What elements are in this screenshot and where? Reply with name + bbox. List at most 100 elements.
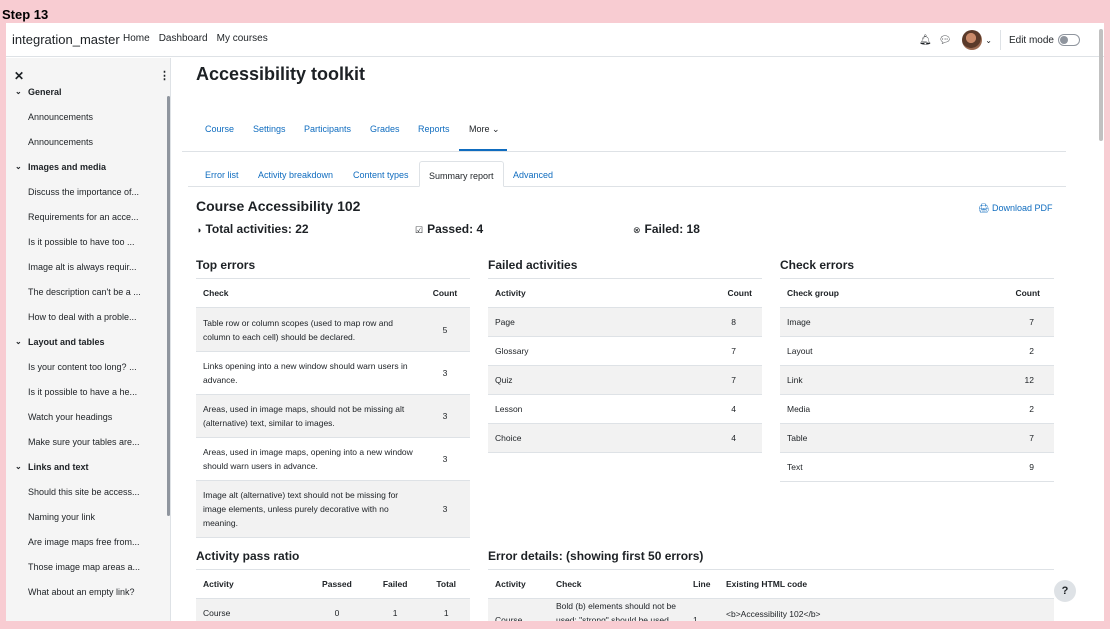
sidebar-section[interactable]: ⌄ General bbox=[6, 87, 166, 107]
edit-mode-toggle[interactable] bbox=[1058, 34, 1080, 46]
tab-activity-breakdown[interactable]: Activity breakdown bbox=[258, 161, 333, 187]
course-title: Course Accessibility 102 bbox=[196, 198, 361, 214]
user-avatar[interactable] bbox=[962, 30, 983, 50]
sidebar-item-label: Layout and tables bbox=[28, 337, 105, 347]
table-cell: Areas, used in image maps, opening into … bbox=[196, 437, 420, 481]
table-row: Lesson 4 bbox=[488, 394, 762, 424]
col-line: Line bbox=[686, 569, 719, 599]
site-brand[interactable]: integration_master bbox=[12, 32, 120, 47]
checkbox-icon: ☑ bbox=[415, 225, 424, 235]
table-cell: 7 bbox=[994, 423, 1054, 453]
chevron-down-icon[interactable]: ⌄ bbox=[985, 36, 992, 45]
sidebar-item[interactable]: Discuss the importance of... bbox=[6, 187, 166, 207]
chevron-down-icon[interactable]: ⌄ bbox=[15, 162, 22, 171]
table-row: Image 7 bbox=[780, 307, 1054, 337]
page-scrollbar[interactable] bbox=[1099, 29, 1103, 141]
failed-stat: ⊗ Failed: 18 bbox=[633, 222, 700, 236]
sidebar-item[interactable]: Are image maps free from... bbox=[6, 537, 166, 557]
sidebar-item[interactable]: Should this site be access... bbox=[6, 487, 166, 507]
table-cell: 7 bbox=[994, 307, 1054, 337]
sidebar-item[interactable]: Is your content too long? ... bbox=[6, 362, 166, 382]
course-index-drawer: ✕ ⋮ ⌄ General Announcements Announcements ⌄ I… bbox=[6, 58, 171, 621]
table-cell: Image bbox=[780, 307, 994, 337]
tab-summary-report[interactable]: Summary report bbox=[419, 161, 504, 187]
sidebar-item[interactable]: Announcements bbox=[6, 137, 166, 157]
tab-error-list[interactable]: Error list bbox=[205, 161, 239, 187]
chevron-down-icon[interactable]: ⌄ bbox=[15, 337, 22, 346]
col-passed: Passed bbox=[306, 569, 368, 599]
sidebar-scrollbar[interactable] bbox=[167, 96, 170, 516]
table-cell: Image alt (alternative) text should not … bbox=[196, 480, 420, 538]
sidebar-item-label: Is it possible to have a he... bbox=[28, 387, 138, 397]
sec-tab-course[interactable]: Course bbox=[205, 124, 234, 134]
table-cell: Bold (b) elements should not be used; "s… bbox=[549, 598, 686, 621]
table-cell: 7 bbox=[702, 336, 762, 366]
sidebar-item[interactable]: Naming your link bbox=[6, 512, 166, 532]
table-row: Link 12 bbox=[780, 365, 1054, 395]
table-cell: Text bbox=[780, 452, 994, 482]
table-cell: Choice bbox=[488, 423, 702, 453]
sidebar-item[interactable]: Image alt is always requir... bbox=[6, 262, 166, 282]
passed-text: Passed: 4 bbox=[427, 222, 484, 236]
table-cell: Link bbox=[780, 365, 994, 395]
table-row: Quiz 7 bbox=[488, 365, 762, 395]
sidebar-item[interactable]: Those image map areas a... bbox=[6, 562, 166, 582]
sidebar-item[interactable]: What about an empty link? bbox=[6, 587, 166, 607]
table-cell: Course bbox=[196, 598, 306, 621]
chat-icon[interactable]: 💬︎ bbox=[939, 35, 952, 46]
table-row: Text 9 bbox=[780, 452, 1054, 482]
sidebar-section[interactable]: ⌄ Images and media bbox=[6, 162, 166, 182]
sec-tab-participants[interactable]: Participants bbox=[304, 124, 351, 134]
download-pdf-label: Download PDF bbox=[991, 203, 1053, 213]
sidebar-item[interactable]: Requirements for an acce... bbox=[6, 212, 166, 232]
sidebar-item-label: Announcements bbox=[28, 112, 94, 122]
sec-tab-settings[interactable]: Settings bbox=[253, 124, 286, 134]
chevron-down-icon[interactable]: ⌄ bbox=[15, 462, 22, 471]
dashboard-icon: ◑ bbox=[196, 225, 202, 235]
col-html-code: Existing HTML code bbox=[719, 569, 1054, 599]
close-icon[interactable]: ✕ bbox=[14, 69, 24, 83]
col-count: Count bbox=[420, 278, 470, 308]
sidebar-item[interactable]: How to deal with a proble... bbox=[6, 312, 166, 332]
table-cell: 4 bbox=[702, 394, 762, 424]
sec-tab-grades[interactable]: Grades bbox=[370, 124, 400, 134]
sidebar-section[interactable]: ⌄ Layout and tables bbox=[6, 337, 166, 357]
sidebar-section[interactable]: ⌄ Links and text bbox=[6, 462, 166, 482]
failed-activities-table: Activity Count Page 8 Glossary 7 Quiz 7 Lesson… bbox=[488, 278, 762, 453]
sidebar-item-label: Discuss the importance of... bbox=[28, 187, 140, 197]
failed-activities-title: Failed activities bbox=[488, 258, 578, 272]
sidebar-item[interactable]: Announcements bbox=[6, 112, 166, 132]
sidebar-item[interactable]: Make sure your tables are... bbox=[6, 437, 166, 457]
total-activities-stat: ◑ Total activities: 22 bbox=[196, 222, 309, 236]
nav-my-courses[interactable]: My courses bbox=[217, 33, 268, 44]
table-cell: 12 bbox=[994, 365, 1054, 395]
table-row: Table 7 bbox=[780, 423, 1054, 453]
nav-home[interactable]: Home bbox=[123, 33, 150, 44]
sidebar-item-label: Is it possible to have too ... bbox=[28, 237, 135, 247]
error-details-title: Error details: (showing first 50 errors) bbox=[488, 549, 704, 563]
table-cell: 5 bbox=[420, 307, 470, 352]
sidebar-item-label: Images and media bbox=[28, 162, 107, 172]
chevron-down-icon[interactable]: ⌄ bbox=[15, 87, 22, 96]
download-pdf-link[interactable]: 🖨︎ Download PDF bbox=[978, 203, 1052, 214]
col-activity: Activity bbox=[196, 569, 306, 599]
sidebar-item-label: Links and text bbox=[28, 462, 89, 472]
bell-icon[interactable]: 🔔︎ bbox=[919, 35, 932, 46]
tab-content-types[interactable]: Content types bbox=[353, 161, 409, 187]
col-check: Check bbox=[196, 278, 420, 308]
sidebar-item[interactable]: Is it possible to have a he... bbox=[6, 387, 166, 407]
sidebar-item[interactable]: The description can't be a ... bbox=[6, 287, 166, 307]
sidebar-item-label: Make sure your tables are... bbox=[28, 437, 140, 447]
table-cell: Glossary bbox=[488, 336, 702, 366]
help-button[interactable]: ? bbox=[1054, 580, 1076, 602]
kebab-menu-icon[interactable]: ⋮ bbox=[159, 69, 170, 82]
sidebar-item[interactable]: Is it possible to have too ... bbox=[6, 237, 166, 257]
table-cell: 0 bbox=[306, 598, 368, 621]
col-activity: Activity bbox=[488, 278, 702, 308]
tab-advanced[interactable]: Advanced bbox=[513, 161, 553, 187]
nav-dashboard[interactable]: Dashboard bbox=[159, 33, 208, 44]
col-total: Total bbox=[422, 569, 470, 599]
sidebar-item[interactable]: Watch your headings bbox=[6, 412, 166, 432]
sec-tab-reports[interactable]: Reports bbox=[418, 124, 450, 134]
sec-tab-more[interactable]: More ⌄ bbox=[469, 124, 500, 135]
